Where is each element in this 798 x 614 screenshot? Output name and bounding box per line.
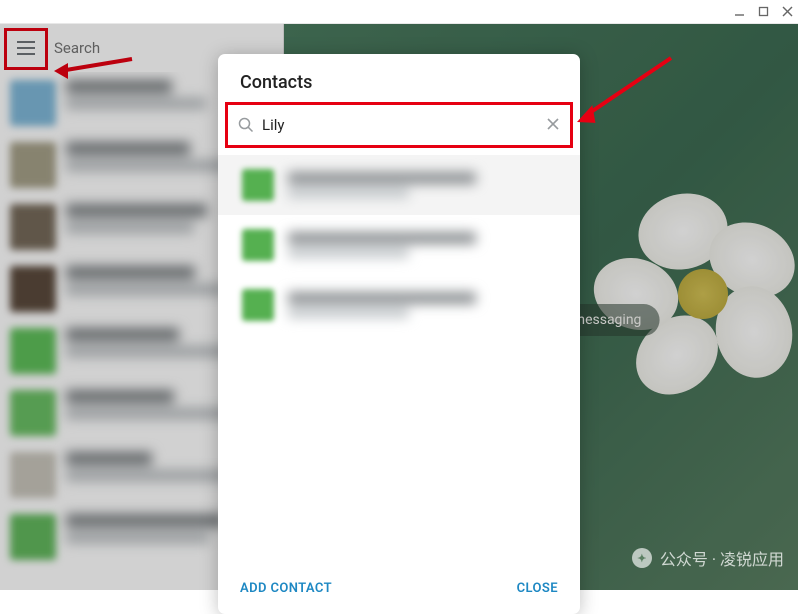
maximize-button[interactable] — [754, 3, 772, 21]
window-titlebar — [0, 0, 798, 24]
hamburger-icon — [16, 40, 36, 56]
avatar — [10, 328, 56, 374]
menu-button[interactable] — [6, 28, 46, 68]
contacts-results — [218, 155, 580, 565]
avatar — [10, 452, 56, 498]
avatar — [10, 80, 56, 126]
add-contact-button[interactable]: ADD CONTACT — [240, 581, 332, 596]
clear-search-button[interactable] — [546, 116, 560, 135]
search-icon — [238, 117, 254, 133]
background-flower — [578, 184, 798, 414]
avatar — [10, 266, 56, 312]
contact-result[interactable] — [218, 275, 580, 335]
avatar — [10, 514, 56, 560]
close-modal-button[interactable]: CLOSE — [517, 581, 558, 596]
avatar — [242, 169, 274, 201]
avatar — [242, 289, 274, 321]
avatar — [10, 142, 56, 188]
contact-result[interactable] — [218, 215, 580, 275]
contacts-search-input[interactable] — [262, 116, 538, 134]
result-info — [288, 172, 556, 198]
app-container: Select a chat to start messaging Contact… — [0, 24, 798, 590]
result-info — [288, 292, 556, 318]
minimize-button[interactable] — [730, 3, 748, 21]
close-icon — [546, 117, 560, 131]
avatar — [10, 204, 56, 250]
contact-result[interactable] — [218, 155, 580, 215]
contacts-search-row — [228, 105, 570, 145]
close-button[interactable] — [778, 3, 796, 21]
avatar — [242, 229, 274, 261]
avatar — [10, 390, 56, 436]
result-info — [288, 232, 556, 258]
contacts-modal: Contacts ADD CONTACT CLOSE — [218, 54, 580, 614]
modal-title: Contacts — [218, 54, 580, 105]
